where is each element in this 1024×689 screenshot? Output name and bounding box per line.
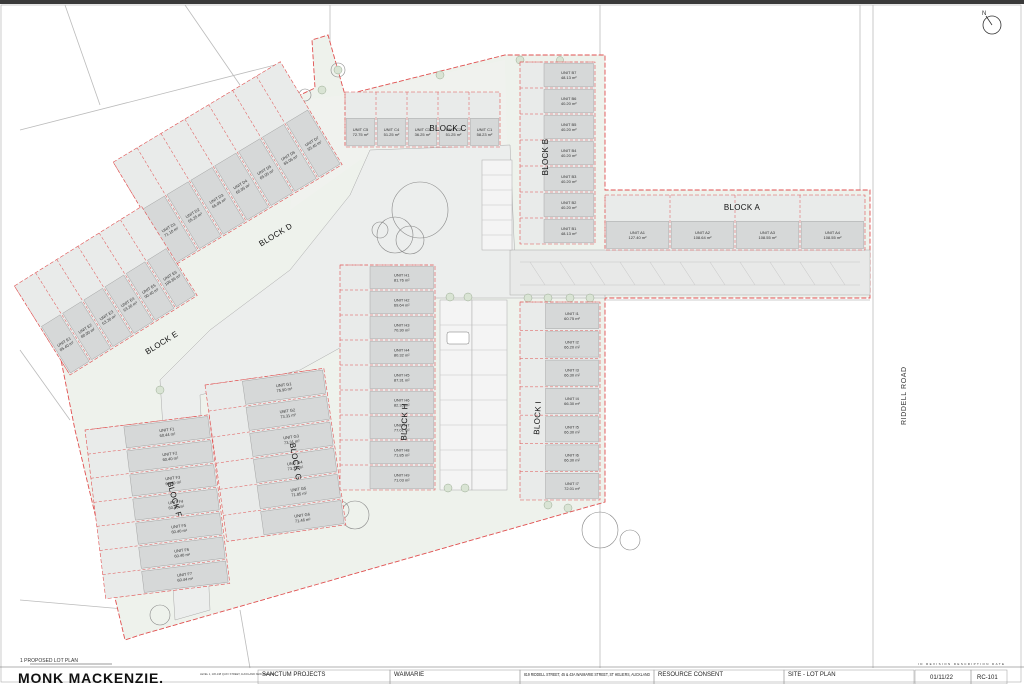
block-f: UNIT F160.44 m²UNIT F260.40 m²UNIT F360.…: [84, 414, 231, 600]
block-label: BLOCK A: [724, 203, 761, 212]
car-symbol: [446, 331, 470, 345]
block-label: BLOCK I: [532, 401, 543, 435]
unit-area: 60.75 m²: [564, 316, 580, 321]
unit-area: 66.30 m²: [564, 373, 580, 378]
unit-area: 51.25 m²: [384, 132, 400, 137]
north-label: N: [982, 11, 986, 17]
block-label: BLOCK B: [541, 139, 550, 176]
stage-name: RESOURCE CONSENT: [658, 672, 723, 678]
firm-name: MONK MACKENZIE.: [18, 670, 164, 684]
unit-area: 66.20 m²: [564, 344, 580, 349]
unit-area: 48.13 m²: [561, 231, 577, 236]
unit-area: 108.55 m²: [823, 235, 842, 240]
site-address: 819 RIDDELL STREET, 45 & 43A WAIMARIE ST…: [524, 672, 651, 677]
north-arrow: N: [982, 11, 1002, 35]
unit-area: 71.85 m²: [394, 453, 410, 458]
block-label: BLOCK H: [399, 403, 409, 441]
unit-area: 108.55 m²: [758, 235, 777, 240]
unit-area: 40.20 m²: [561, 179, 577, 184]
unit-area: 48.13 m²: [561, 75, 577, 80]
revision-headers: ID REVISION DESCRIPTION DATE: [918, 662, 1004, 666]
site-plan-svg: UNIT A4108.55 m²UNIT A3108.55 m²UNIT A21…: [0, 0, 1024, 686]
unit-area: 66.30 m²: [564, 401, 580, 406]
unit-area: 80.32 m²: [394, 353, 410, 358]
unit-area: 72.01 m²: [564, 486, 580, 491]
road-label: RIDDELL ROAD: [901, 366, 908, 425]
unit-area: 58.23 m²: [477, 132, 493, 137]
project-name: WAIMARIE: [394, 672, 424, 678]
block-g: UNIT G175.90 m²UNIT G273.31 m²UNIT G373.…: [204, 367, 347, 542]
unit-area: 66.30 m²: [564, 458, 580, 463]
unit-area: 69.64 m²: [394, 303, 410, 308]
lot-plan-drawing: UNIT A4 108.55 m² UNIT A3 108.55 m² UNIT A2 1…: [0, 0, 1024, 686]
unit-area: 87.31 m²: [394, 378, 410, 383]
block-label: BLOCK C: [429, 124, 466, 133]
unit-area: 71.03 m²: [394, 478, 410, 483]
unit-area: 40.20 m²: [561, 153, 577, 158]
sheet-title: SITE - LOT PLAN: [788, 672, 836, 678]
unit-area: 127.40 m²: [628, 235, 647, 240]
unit-area: 108.64 m²: [693, 235, 712, 240]
client-name: SANCTUM PROJECTS: [262, 672, 325, 678]
issue-date: 01/11/22: [930, 675, 954, 681]
block-b: UNIT B748.13 m²UNIT B640.20 m²UNIT B540.…: [519, 61, 596, 245]
drawing-title: 1 PROPOSED LOT PLAN: [20, 658, 78, 664]
block-h: UNIT H181.76 m²UNIT H269.64 m²UNIT H370.…: [339, 264, 436, 491]
block-c: UNIT C572.75 m²UNIT C451.25 m²UNIT C336.…: [344, 91, 501, 148]
block-i: UNIT I160.75 m²UNIT I266.20 m²UNIT I366.…: [519, 301, 601, 501]
unit-area: 81.76 m²: [394, 278, 410, 283]
unit-area: 40.20 m²: [561, 101, 577, 106]
unit-area: 40.20 m²: [561, 127, 577, 132]
unit-area: 70.30 m²: [394, 328, 410, 333]
unit-area: 72.75 m²: [353, 132, 369, 137]
title-block: MONK MACKENZIE. LEVEL 1, 136-138 QUAY ST…: [0, 662, 1024, 686]
sheet-number: RC-101: [977, 675, 998, 681]
unit-area: 40.20 m²: [561, 205, 577, 210]
unit-area: 66.30 m²: [564, 429, 580, 434]
